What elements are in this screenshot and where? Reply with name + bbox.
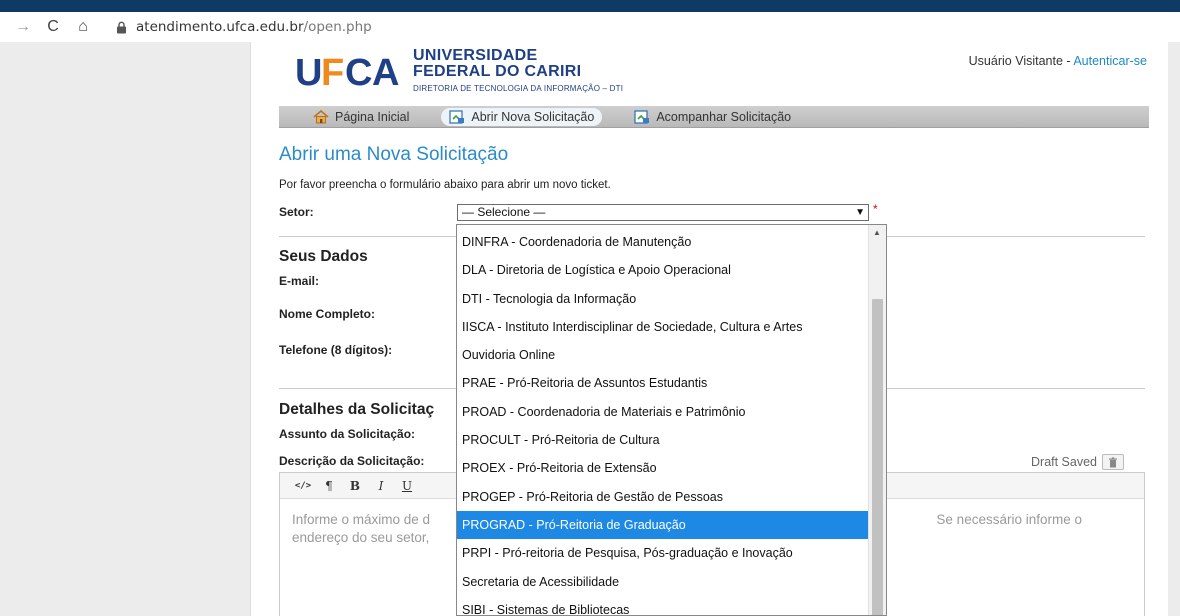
dropdown-option[interactable]: PROAD - Coordenadoria de Materiais e Pat…	[457, 398, 868, 426]
dropdown-options: DINFRA - Coordenadoria de Manutenção DLA …	[457, 228, 868, 615]
nav-track-ticket-label: Acompanhar Solicitação	[656, 109, 792, 124]
user-info: Usuário Visitante - Autenticar-se	[969, 54, 1147, 68]
phone-label: Telefone (8 dígitos):	[279, 343, 393, 357]
login-link[interactable]: Autenticar-se	[1073, 54, 1147, 68]
nav-track-ticket[interactable]: Acompanhar Solicitação	[626, 108, 799, 126]
dropdown-option[interactable]: Secretaria de Acessibilidade	[457, 568, 868, 596]
setor-select-value: — Selecione —	[462, 205, 546, 219]
chevron-down-icon: ▼	[855, 207, 865, 218]
required-mark: *	[873, 202, 878, 216]
back-arrow-icon[interactable]: →	[8, 18, 38, 36]
nav-home[interactable]: Página Inicial	[305, 108, 417, 126]
url-host: atendimento.ufca.edu.br	[136, 19, 304, 35]
address-bar[interactable]: atendimento.ufca.edu.br/open.php	[136, 19, 372, 35]
editor-placeholder-part-b: Se necessário informe o	[936, 512, 1082, 527]
ufca-logo[interactable]: U F C A UNIVERSIDADE FEDERAL DO CARIRI D…	[293, 47, 624, 94]
draft-status-text: Draft Saved	[1031, 455, 1098, 469]
setor-label: Setor:	[279, 205, 314, 219]
dropdown-option[interactable]: DLA - Diretoria de Logística e Apoio Ope…	[457, 256, 868, 284]
intro-text: Por favor preencha o formulário abaixo p…	[279, 179, 611, 191]
logo-line1: UNIVERSIDADE	[413, 47, 538, 64]
nav-new-ticket-label: Abrir Nova Solicitação	[471, 109, 595, 124]
svg-text:U: U	[295, 52, 321, 91]
ufca-logo-mark-icon: U F C A	[295, 52, 401, 91]
subject-label: Assunto da Solicitação:	[279, 427, 416, 441]
dropdown-option[interactable]: PROCULT - Pró-Reitoria de Cultura	[457, 426, 868, 454]
reload-icon[interactable]: C	[38, 18, 68, 36]
home-icon	[313, 109, 329, 123]
ticket-icon	[449, 109, 465, 124]
page-title: Abrir uma Nova Solicitação	[279, 144, 509, 165]
logo-subtitle: DIRETORIA DE TECNOLOGIA DA INFORMAÇÃO – …	[413, 84, 624, 93]
logo-line2: FEDERAL DO CARIRI	[413, 63, 582, 80]
editor-placeholder-part-a: Informe o máximo de d	[292, 512, 431, 527]
section-details-heading: Detalhes da Solicitaç	[279, 401, 435, 418]
user-label: Usuário Visitante -	[968, 54, 1074, 68]
dropdown-option[interactable]: SIBI - Sistemas de Bibliotecas	[457, 596, 868, 615]
description-label: Descrição da Solicitação:	[279, 454, 425, 468]
scroll-up-arrow-icon[interactable]: ▲	[873, 228, 881, 237]
svg-text:A: A	[372, 52, 399, 91]
email-label: E-mail:	[279, 274, 320, 288]
lock-icon[interactable]	[116, 21, 130, 34]
logo-text: UNIVERSIDADE FEDERAL DO CARIRI DIRETORIA…	[413, 47, 624, 94]
nav-new-ticket[interactable]: Abrir Nova Solicitação	[441, 107, 603, 126]
trash-icon[interactable]	[1102, 454, 1125, 470]
italic-button[interactable]: I	[368, 479, 394, 493]
setor-dropdown-list[interactable]: DINFRA - Coordenadoria de Manutenção DLA …	[456, 224, 887, 616]
dropdown-option[interactable]: DTI - Tecnologia da Informação	[457, 285, 868, 313]
dropdown-option[interactable]: Ouvidoria Online	[457, 341, 868, 369]
url-path: /open.php	[303, 19, 372, 35]
bold-button[interactable]: B	[342, 479, 368, 493]
section-user-heading: Seus Dados	[279, 248, 368, 265]
name-label: Nome Completo:	[279, 307, 375, 321]
main-nav: Página Inicial Abrir Nova Solicitação Ac…	[279, 106, 1149, 128]
dropdown-option[interactable]: PROGRAD - Pró-Reitoria de Graduação	[457, 510, 868, 540]
page-edge	[1168, 42, 1180, 616]
svg-text:F: F	[321, 52, 343, 91]
code-view-button[interactable]: </>	[290, 481, 316, 491]
browser-toolbar: → C ⌂ atendimento.ufca.edu.br/open.php	[0, 12, 1180, 42]
home-icon[interactable]: ⌂	[68, 18, 98, 36]
scrollbar-thumb[interactable]	[872, 299, 883, 615]
dropdown-option[interactable]: PROGEP - Pró-Reitoria de Gestão de Pesso…	[457, 483, 868, 511]
dropdown-option[interactable]: IISCA - Instituto Interdisciplinar de So…	[457, 313, 868, 341]
svg-text:C: C	[345, 52, 372, 91]
dropdown-option[interactable]: PROEX - Pró-Reitoria de Extensão	[457, 454, 868, 482]
paragraph-button[interactable]: ¶	[316, 479, 342, 493]
dropdown-option[interactable]: PRAE - Pró-Reitoria de Assuntos Estudant…	[457, 369, 868, 397]
nav-home-label: Página Inicial	[335, 109, 410, 124]
dropdown-option[interactable]: DINFRA - Coordenadoria de Manutenção	[457, 228, 868, 256]
dropdown-scrollbar[interactable]: ▲	[868, 225, 886, 615]
draft-status: Draft Saved	[1031, 454, 1125, 470]
underline-button[interactable]: U	[394, 479, 420, 493]
dropdown-option[interactable]: PRPI - Pró-reitoria de Pesquisa, Pós-gra…	[457, 539, 868, 567]
setor-select[interactable]: — Selecione — ▼	[457, 204, 869, 221]
ticket-icon	[634, 109, 650, 124]
